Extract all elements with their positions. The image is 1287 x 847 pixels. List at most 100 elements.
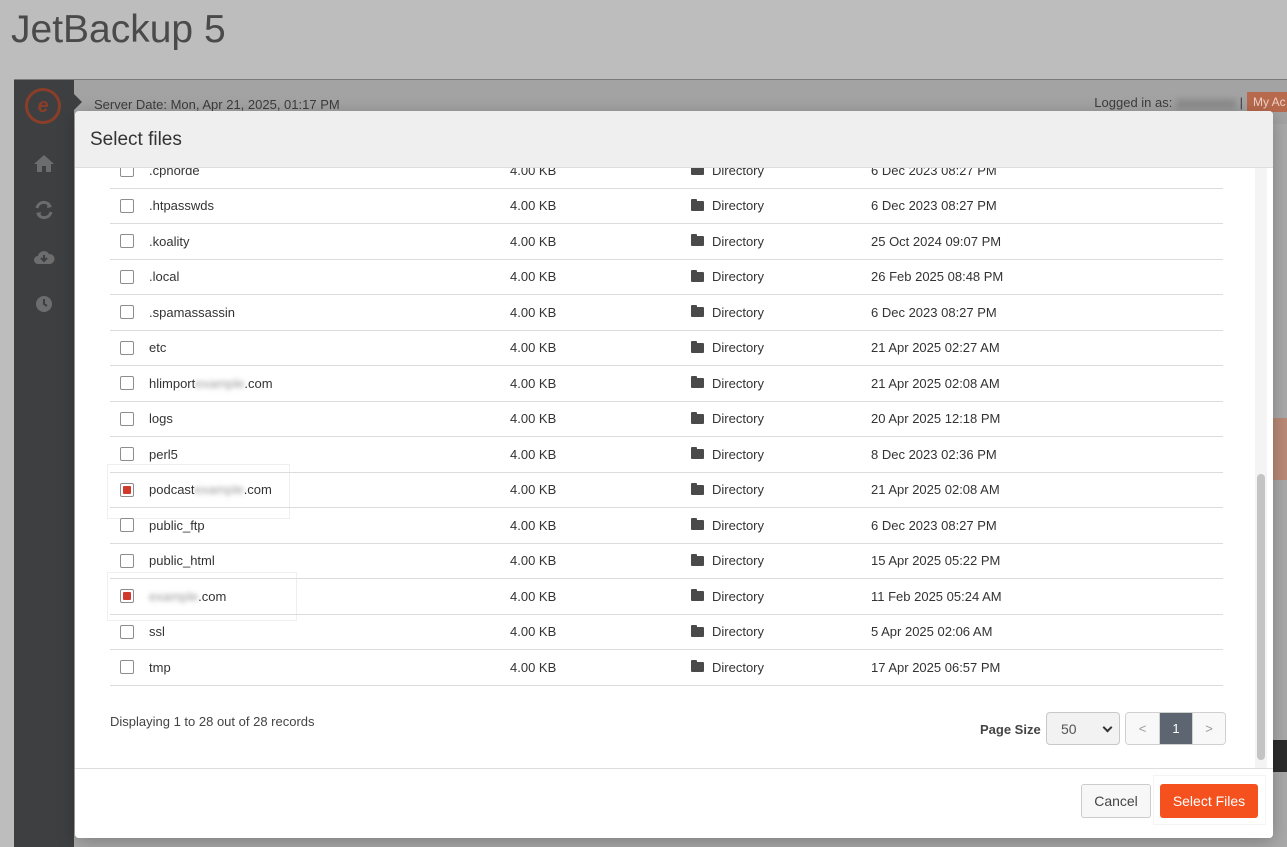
file-type-text: Directory	[712, 446, 765, 462]
table-row[interactable]: public_html 4.00 KB Directory 15 Apr 2025 0…	[110, 544, 1223, 579]
folder-icon	[691, 589, 704, 602]
page-size-select[interactable]: 50	[1046, 712, 1120, 745]
row-checkbox-cell	[120, 508, 134, 543]
table-row[interactable]: .local 4.00 KB Directory 26 Feb 2025 08:48 …	[110, 260, 1223, 295]
logged-in-label: Logged in as: |	[1094, 95, 1243, 110]
cloud-download-icon[interactable]	[14, 242, 74, 272]
row-checkbox[interactable]	[120, 660, 134, 675]
row-checkbox[interactable]	[120, 482, 134, 497]
file-name-text: ssl	[149, 624, 165, 640]
background-panel	[1273, 418, 1287, 480]
file-name[interactable]: logs	[149, 402, 173, 437]
file-name[interactable]: .htpasswds	[149, 189, 214, 224]
folder-icon	[691, 553, 704, 566]
file-name-blurred: example	[194, 482, 244, 498]
file-name[interactable]: example .com	[149, 579, 226, 614]
table-row[interactable]: logs 4.00 KB Directory 20 Apr 2025 12:18 PM	[110, 402, 1223, 437]
file-name[interactable]: hlimport example .com	[149, 366, 273, 401]
folder-icon	[691, 447, 704, 460]
prev-page-button[interactable]: <	[1126, 713, 1159, 744]
row-checkbox[interactable]	[120, 340, 134, 355]
next-page-button[interactable]: >	[1192, 713, 1225, 744]
row-checkbox[interactable]	[120, 234, 134, 249]
pagination: < 1 >	[1125, 712, 1226, 745]
table-row[interactable]: public_ftp 4.00 KB Directory 6 Dec 2023 08:…	[110, 508, 1223, 544]
row-checkbox-cell	[120, 224, 134, 259]
file-name[interactable]: etc	[149, 331, 166, 366]
row-checkbox[interactable]	[120, 269, 134, 284]
row-checkbox[interactable]	[120, 411, 134, 426]
table-row[interactable]: example .com 4.00 KB Directory 11 Feb 2025 0…	[110, 579, 1223, 615]
file-name[interactable]: public_ftp	[149, 508, 205, 543]
home-icon[interactable]	[14, 148, 74, 178]
table-row[interactable]: ssl 4.00 KB Directory 5 Apr 2025 02:06 AM	[110, 615, 1223, 650]
table-row[interactable]: etc 4.00 KB Directory 21 Apr 2025 02:27 AM	[110, 331, 1223, 366]
file-name-text: tmp	[149, 659, 171, 675]
file-type: Directory	[691, 544, 764, 579]
file-name[interactable]: .local	[149, 260, 179, 295]
sidebar: e	[14, 80, 74, 847]
server-date: Server Date: Mon, Apr 21, 2025, 01:17 PM	[94, 97, 340, 112]
scrollbar-thumb[interactable]	[1257, 474, 1265, 760]
file-name-text: podcast	[149, 482, 195, 498]
file-size: 4.00 KB	[510, 168, 557, 178]
modal-title: Select files	[90, 129, 182, 150]
file-type-text: Directory	[712, 269, 765, 285]
table-row[interactable]: .htpasswds 4.00 KB Directory 6 Dec 2023 08:…	[110, 189, 1223, 224]
my-account-button[interactable]: My Ac	[1247, 92, 1287, 112]
file-name-text: public_html	[149, 553, 215, 569]
refresh-icon[interactable]	[14, 195, 74, 225]
table-row[interactable]: hlimport example .com 4.00 KB Directory 21 Ap…	[110, 366, 1223, 402]
table-row[interactable]: .cpnorde 4.00 KB Directory 6 Dec 2023 08:27…	[110, 168, 1223, 189]
file-name[interactable]: ssl	[149, 615, 165, 650]
row-checkbox-cell	[120, 260, 134, 295]
jetbackup-logo-icon[interactable]: e	[25, 88, 61, 124]
file-size: 4.00 KB	[510, 269, 557, 285]
modal-footer: Cancel Select Files	[75, 768, 1273, 838]
row-checkbox[interactable]	[120, 305, 134, 320]
file-type-text: Directory	[712, 553, 765, 569]
file-type: Directory	[691, 437, 764, 472]
select-files-button[interactable]: Select Files	[1160, 784, 1258, 818]
file-name-text: .htpasswds	[149, 198, 215, 214]
row-checkbox[interactable]	[120, 624, 134, 639]
file-date: 5 Apr 2025 02:06 AM	[871, 624, 993, 640]
row-checkbox[interactable]	[120, 553, 134, 568]
file-size: 4.00 KB	[510, 482, 557, 498]
row-checkbox[interactable]	[120, 589, 134, 604]
row-checkbox-cell	[120, 437, 134, 472]
file-name[interactable]: perl5	[149, 437, 178, 472]
file-name-text: .local	[149, 269, 180, 285]
page-1-button[interactable]: 1	[1159, 713, 1192, 744]
username-blurred	[1176, 98, 1236, 109]
file-name[interactable]: podcast example .com	[149, 473, 272, 508]
table-row[interactable]: perl5 4.00 KB Directory 8 Dec 2023 02:36 PM	[110, 437, 1223, 473]
cancel-button[interactable]: Cancel	[1081, 784, 1151, 818]
file-name[interactable]: .cpnorde	[149, 168, 200, 188]
file-name[interactable]: public_html	[149, 544, 215, 579]
row-checkbox[interactable]	[120, 376, 134, 391]
file-name[interactable]: .spamassassin	[149, 295, 235, 330]
row-checkbox[interactable]	[120, 198, 134, 213]
row-checkbox[interactable]	[120, 518, 134, 533]
row-checkbox-cell	[120, 331, 134, 366]
modal-header: Select files	[75, 111, 1273, 168]
file-name[interactable]: .koality	[149, 224, 189, 259]
file-type-text: Directory	[712, 482, 765, 498]
table-row[interactable]: podcast example .com 4.00 KB Directory 21 Apr…	[110, 473, 1223, 508]
file-name-text: .koality	[149, 233, 190, 249]
folder-icon	[691, 305, 704, 318]
file-name[interactable]: tmp	[149, 650, 171, 685]
row-checkbox[interactable]	[120, 168, 134, 178]
table-row[interactable]: .koality 4.00 KB Directory 25 Oct 2024 09:0…	[110, 224, 1223, 260]
file-name-text: logs	[149, 411, 173, 427]
file-type-text: Directory	[712, 198, 765, 214]
file-name-text: .spamassassin	[149, 304, 235, 320]
row-checkbox[interactable]	[120, 447, 134, 462]
file-size: 4.00 KB	[510, 198, 557, 214]
table-row[interactable]: .spamassassin 4.00 KB Directory 6 Dec 2023 …	[110, 295, 1223, 331]
file-date: 6 Dec 2023 08:27 PM	[871, 168, 997, 178]
file-name-blurred: example	[149, 588, 199, 604]
table-row[interactable]: tmp 4.00 KB Directory 17 Apr 2025 06:57 PM	[110, 650, 1223, 686]
clock-icon[interactable]	[14, 289, 74, 319]
